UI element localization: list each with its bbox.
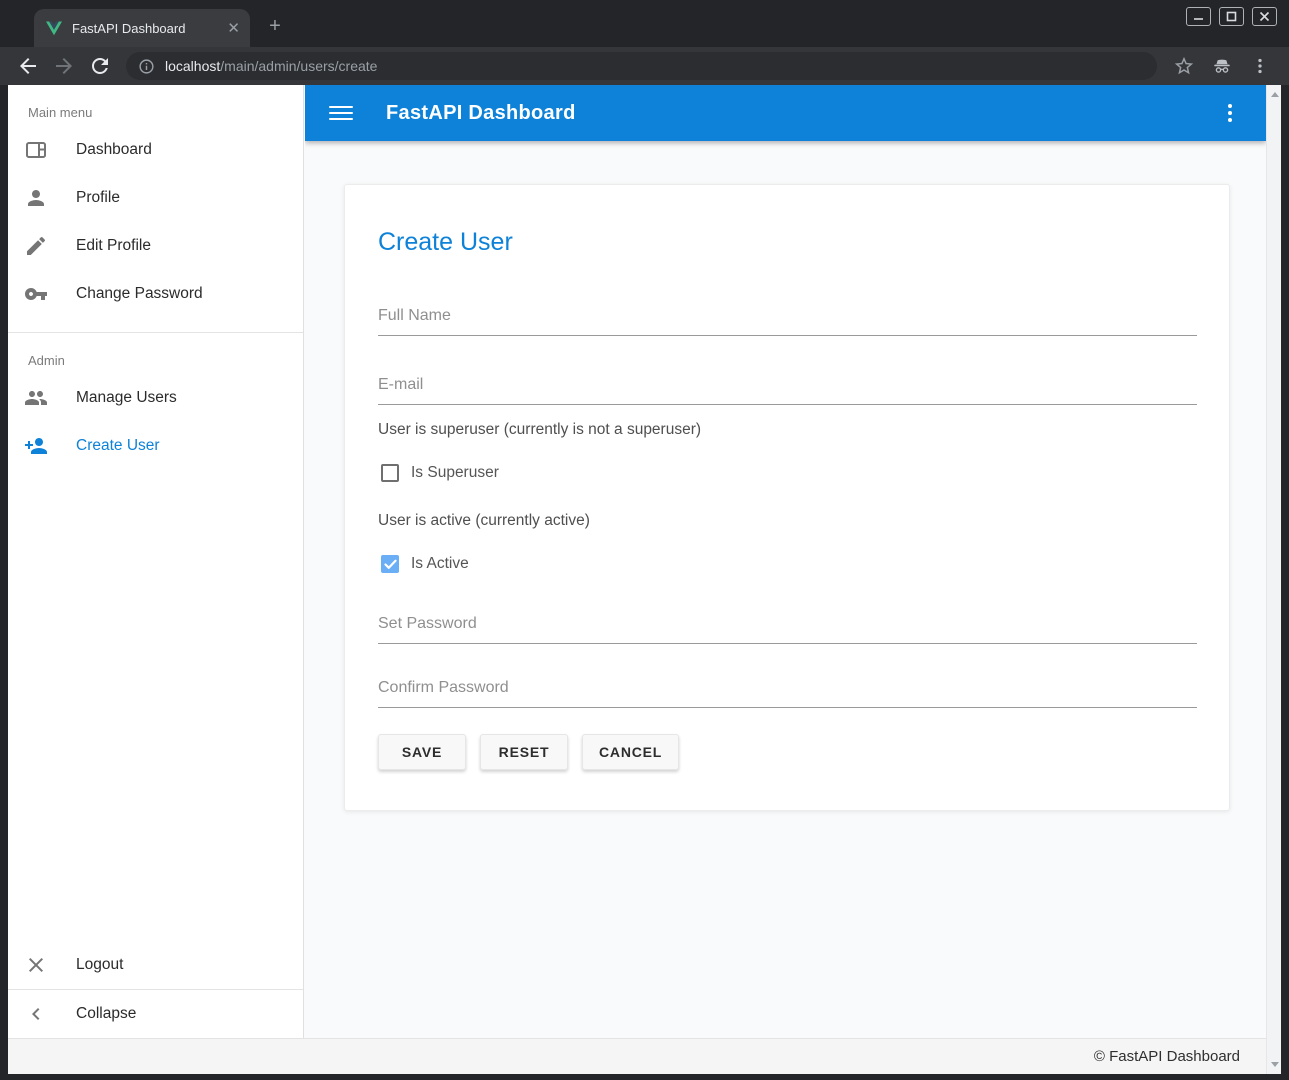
maximize-icon <box>1226 11 1237 22</box>
sidebar-item-create-user[interactable]: Create User <box>8 422 303 470</box>
sidebar-item-label: Manage Users <box>76 389 177 407</box>
sidebar-item-logout[interactable]: Logout <box>8 941 303 989</box>
maximize-button[interactable] <box>1219 7 1244 26</box>
active-checkbox-row: Is Active <box>378 555 1197 573</box>
confirm-password-field <box>378 679 1197 708</box>
scrollbar-down-arrow[interactable] <box>1267 1057 1281 1072</box>
people-icon <box>24 386 48 410</box>
sidebar-item-label: Create User <box>76 437 160 455</box>
form-buttons: SAVE RESET CANCEL <box>378 734 1197 770</box>
sidebar-item-profile[interactable]: Profile <box>8 174 303 222</box>
active-hint: User is active (currently active) <box>378 512 1197 530</box>
reset-button[interactable]: RESET <box>480 734 568 770</box>
page-footer: © FastAPI Dashboard <box>8 1038 1266 1074</box>
create-user-card: Create User User is superuser (currently… <box>344 184 1230 811</box>
checkmark-icon <box>384 559 397 570</box>
vue-favicon-icon <box>46 21 62 36</box>
scrollbar-up-arrow[interactable] <box>1267 87 1281 102</box>
sidebar-item-change-password[interactable]: Change Password <box>8 270 303 318</box>
browser-window: FastAPI Dashboard ✕ + <box>0 0 1289 1080</box>
email-field <box>378 376 1197 405</box>
main-area: FastAPI Dashboard Create User User is su… <box>305 85 1266 1038</box>
sidebar-item-edit-profile[interactable]: Edit Profile <box>8 222 303 270</box>
set-password-field <box>378 615 1197 644</box>
cancel-button[interactable]: CANCEL <box>582 734 679 770</box>
forward-button[interactable] <box>52 54 76 78</box>
tab-title: FastAPI Dashboard <box>72 21 227 36</box>
confirm-password-input[interactable] <box>378 679 1197 708</box>
sidebar-section-header-admin: Admin <box>8 333 303 374</box>
minimize-button[interactable] <box>1186 7 1211 26</box>
sidebar-item-collapse[interactable]: Collapse <box>8 990 303 1038</box>
person-add-icon <box>24 434 48 458</box>
is-active-checkbox[interactable] <box>381 555 399 573</box>
site-info-icon[interactable] <box>138 58 155 75</box>
browser-toolbar: localhost/main/admin/users/create <box>0 47 1289 85</box>
vertical-scrollbar[interactable] <box>1266 85 1281 1074</box>
person-icon <box>24 186 48 210</box>
superuser-hint: User is superuser (currently is not a su… <box>378 421 1197 439</box>
pencil-icon <box>24 234 48 258</box>
appbar-kebab-menu-button[interactable] <box>1218 101 1242 125</box>
sidebar-item-label: Profile <box>76 189 120 207</box>
key-icon <box>24 282 48 306</box>
url-host: localhost <box>165 58 220 74</box>
set-password-input[interactable] <box>378 615 1197 644</box>
superuser-checkbox-row: Is Superuser <box>378 464 1197 482</box>
new-tab-button[interactable]: + <box>262 14 288 40</box>
is-active-label: Is Active <box>411 555 469 573</box>
full-name-input[interactable] <box>378 307 1197 336</box>
browser-titlebar: FastAPI Dashboard ✕ + <box>0 0 1289 47</box>
is-superuser-label: Is Superuser <box>411 464 499 482</box>
close-x-icon <box>24 953 48 977</box>
sidebar: Main menu Dashboard Profile E <box>8 85 304 1038</box>
page-viewport: Main menu Dashboard Profile E <box>8 85 1281 1074</box>
url-path: /main/admin/users/create <box>220 58 377 74</box>
incognito-icon <box>1211 55 1233 77</box>
email-input[interactable] <box>378 376 1197 405</box>
sidebar-item-label: Logout <box>76 956 123 974</box>
browser-menu-kebab-button[interactable] <box>1249 55 1271 77</box>
close-window-button[interactable] <box>1252 7 1277 26</box>
tab-close-icon[interactable]: ✕ <box>227 21 240 36</box>
app-bar: FastAPI Dashboard <box>305 85 1266 141</box>
close-icon <box>1259 11 1270 22</box>
dashboard-icon <box>24 138 48 162</box>
url-bar[interactable]: localhost/main/admin/users/create <box>126 52 1157 80</box>
window-controls <box>1186 7 1277 26</box>
back-button[interactable] <box>16 54 40 78</box>
sidebar-item-label: Collapse <box>76 1005 136 1023</box>
sidebar-item-dashboard[interactable]: Dashboard <box>8 126 303 174</box>
form-title: Create User <box>378 228 1197 257</box>
minimize-icon <box>1193 11 1204 22</box>
sidebar-section-header-main-menu: Main menu <box>8 85 303 126</box>
reload-button[interactable] <box>88 54 112 78</box>
sidebar-item-label: Edit Profile <box>76 237 151 255</box>
is-superuser-checkbox[interactable] <box>381 464 399 482</box>
save-button[interactable]: SAVE <box>378 734 466 770</box>
url-text: localhost/main/admin/users/create <box>165 58 377 74</box>
browser-tab[interactable]: FastAPI Dashboard ✕ <box>34 9 250 47</box>
sidebar-item-manage-users[interactable]: Manage Users <box>8 374 303 422</box>
sidebar-item-label: Change Password <box>76 285 203 303</box>
sidebar-item-label: Dashboard <box>76 141 152 159</box>
sidebar-bottom: Logout Collapse <box>8 941 303 1038</box>
hamburger-menu-button[interactable] <box>329 101 353 125</box>
bookmark-star-button[interactable] <box>1173 55 1195 77</box>
copyright-text: © FastAPI Dashboard <box>1094 1048 1240 1065</box>
full-name-field <box>378 307 1197 336</box>
chevron-left-icon <box>24 1002 48 1026</box>
appbar-title: FastAPI Dashboard <box>386 102 576 125</box>
